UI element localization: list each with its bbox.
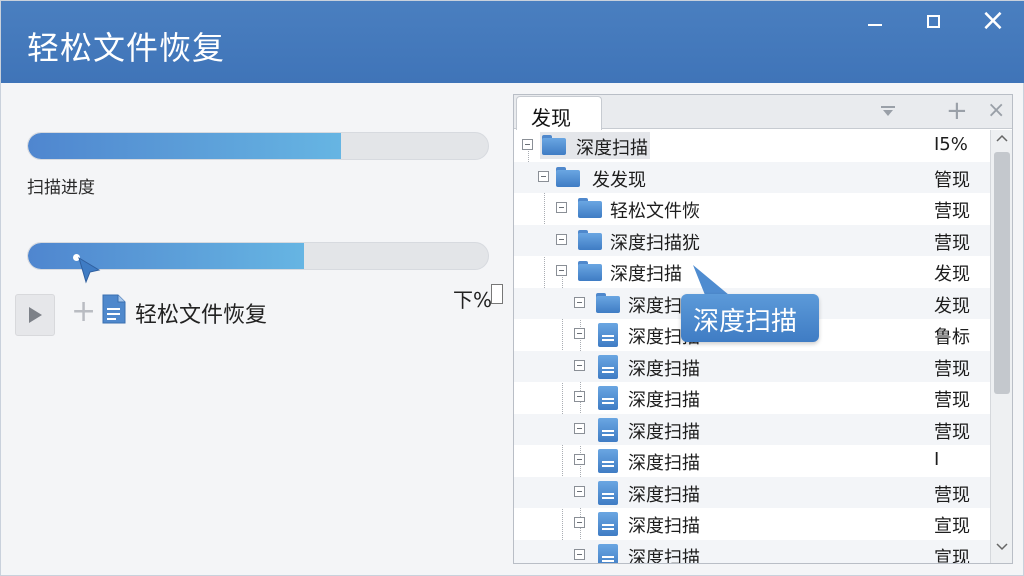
tree-item-name: 深度扫描 (628, 484, 700, 506)
tree-row[interactable]: 发发现 管现 (514, 161, 990, 193)
tree-item-status: I5% (934, 134, 968, 155)
play-icon (29, 307, 42, 323)
tree-item-name: 深度扫描犹 (610, 232, 700, 254)
tree-row[interactable]: 深度扫描 营现 (514, 382, 990, 413)
collapse-toggle-icon[interactable] (556, 202, 567, 213)
tree-row[interactable]: 轻松文件恢 营现 (514, 193, 990, 224)
tree-item-name: 轻松文件恢 (610, 201, 700, 222)
vertical-scrollbar[interactable] (990, 130, 1012, 563)
file-icon (598, 417, 618, 442)
play-button[interactable] (15, 294, 55, 336)
scan-progress-label: 扫描进度 (27, 178, 95, 198)
collapse-toggle-icon[interactable] (574, 391, 585, 402)
percent-box (491, 284, 503, 304)
tree-item-name: 发发现 (592, 169, 646, 191)
tree-row[interactable]: 深度扫描 宣现 (514, 539, 990, 564)
tree-row[interactable]: 深度扫描 营现 (514, 350, 990, 382)
scroll-up-icon[interactable] (996, 134, 1008, 142)
minimize-icon (868, 24, 882, 26)
tree-item-status: 发现 (934, 295, 970, 317)
tree-item-status: 鲁标 (934, 327, 970, 348)
tree-item-name: 深度扫描 (628, 358, 700, 380)
tree-item-name: 深度扫描 (628, 453, 700, 474)
file-icon (598, 386, 618, 410)
collapse-toggle-icon[interactable] (556, 233, 567, 245)
tree-item-status: 管现 (934, 169, 970, 191)
recovery-progress-fill (28, 243, 304, 269)
add-tab-button[interactable]: + (946, 96, 968, 126)
tooltip-pointer (693, 265, 729, 295)
tree-item-status: I (934, 449, 940, 470)
folder-icon (596, 292, 620, 313)
maximize-button[interactable] (915, 7, 951, 35)
folder-icon (542, 135, 566, 155)
collapse-toggle-icon[interactable] (538, 170, 549, 182)
close-button[interactable]: × (975, 3, 1011, 38)
tree-item-status: 营现 (934, 390, 970, 411)
tab-strip: 发现 + × (514, 95, 1012, 130)
file-icon (598, 323, 618, 347)
tree-item-status: 发现 (934, 264, 970, 285)
folder-icon (578, 261, 602, 281)
tree-item-status: 宣现 (934, 547, 970, 564)
app-window: 轻松文件恢复 × 扫描进度 下% + 轻松文件恢复 发现 + × 深度扫描 I5… (0, 0, 1024, 576)
tree-item-name: 深度扫描 (576, 138, 648, 159)
scrollbar-thumb[interactable] (994, 152, 1010, 394)
tree-item-name: 深度扫描 (628, 547, 700, 564)
minimize-button[interactable] (857, 7, 893, 35)
tree-row[interactable]: 深度扫描 发现 (514, 256, 990, 287)
tree-item-status: 营现 (934, 358, 970, 380)
scan-progress-fill (28, 133, 341, 159)
tree-row[interactable]: 深度扫描 I (514, 445, 990, 476)
collapse-toggle-icon[interactable] (574, 454, 585, 465)
tab-discover[interactable]: 发现 (516, 96, 602, 130)
tree-item-status: 营现 (934, 232, 970, 254)
folder-icon (578, 198, 602, 218)
maximize-icon (926, 14, 940, 28)
folder-icon (556, 166, 580, 187)
collapse-toggle-icon[interactable] (574, 328, 585, 339)
tree-item-name: 深度扫描 (628, 390, 700, 411)
tooltip: 深度扫描 (681, 294, 819, 342)
tree-row[interactable]: 深度扫描 宣现 (514, 508, 990, 539)
file-icon (598, 512, 618, 536)
collapse-toggle-icon[interactable] (574, 485, 585, 497)
expand-plus-icon[interactable]: + (71, 297, 96, 327)
tree-item-status: 营现 (934, 421, 970, 443)
item-label[interactable]: 轻松文件恢复 (135, 297, 267, 329)
tree-item-status: 营现 (934, 201, 970, 222)
title-bar[interactable]: 轻松文件恢复 × (1, 1, 1024, 83)
collapse-toggle-icon[interactable] (574, 422, 585, 434)
tree-row[interactable]: 深度扫描 I5% (514, 130, 990, 161)
tree-item-status: 宣现 (934, 516, 970, 537)
document-icon (102, 294, 126, 324)
scroll-down-icon[interactable] (996, 543, 1008, 551)
result-tree: 深度扫描 I5% 发发现 管现 轻松文件恢 营现 深度扫描犹 营现 深度扫描 发现 深度扫描 发现 深度… (514, 130, 990, 563)
tree-item-status: 营现 (934, 484, 970, 506)
tree-row[interactable]: 深度扫描犹 营现 (514, 224, 990, 256)
collapse-toggle-icon[interactable] (522, 139, 533, 150)
tree-row[interactable]: 深度扫描 营现 (514, 476, 990, 508)
collapse-toggle-icon[interactable] (556, 265, 567, 276)
collapse-toggle-icon[interactable] (574, 296, 585, 308)
file-icon (598, 543, 618, 563)
tree-item-name: 深度扫描 (628, 516, 700, 537)
file-icon (598, 354, 618, 379)
percent-readout: 下% (453, 288, 493, 312)
close-tab-button[interactable]: × (987, 98, 1005, 123)
file-icon (598, 480, 618, 505)
folder-icon (578, 229, 602, 250)
tree-row[interactable]: 深度扫描 营现 (514, 413, 990, 445)
mouse-cursor-icon (78, 256, 101, 284)
file-icon (598, 449, 618, 473)
collapse-toggle-icon[interactable] (574, 548, 585, 560)
scan-progress-bar (27, 132, 489, 160)
tree-item-name: 深度扫描 (610, 264, 682, 285)
close-icon: × (980, 3, 1006, 38)
window-title: 轻松文件恢复 (27, 29, 226, 67)
dropdown-icon[interactable] (880, 105, 896, 117)
tree-item-name: 深度扫描 (628, 421, 700, 443)
collapse-toggle-icon[interactable] (574, 359, 585, 371)
collapse-toggle-icon[interactable] (574, 517, 585, 528)
